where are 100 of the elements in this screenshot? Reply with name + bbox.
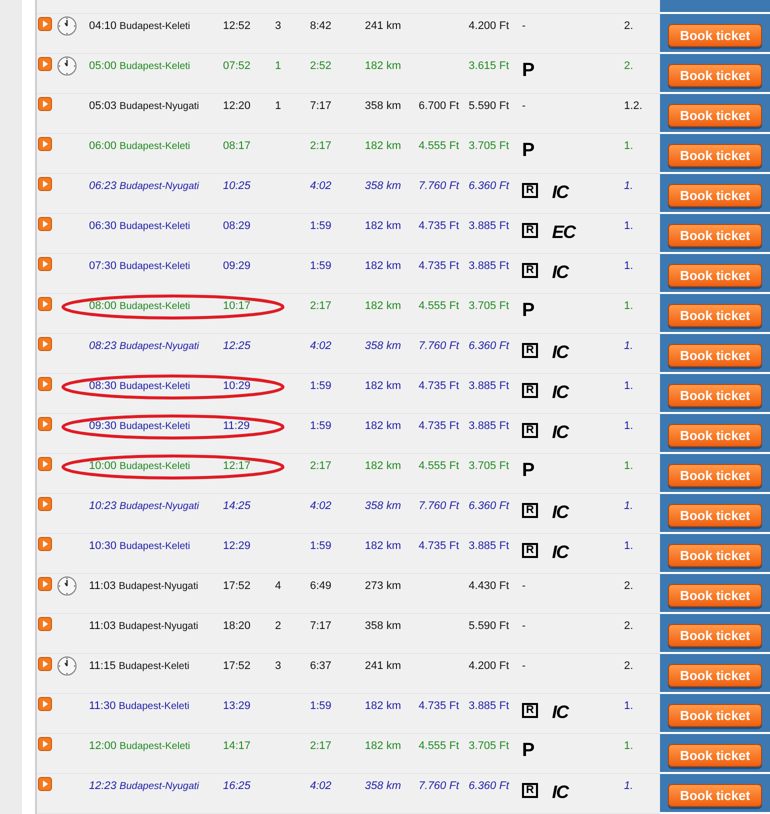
arrival-time: 14:25 — [223, 500, 251, 512]
full-fare: 4.735 Ft — [418, 380, 459, 392]
play-icon[interactable] — [38, 97, 52, 111]
full-fare: 4.555 Ft — [418, 740, 459, 752]
arrival-time: 11:29 — [223, 420, 250, 432]
book-ticket-button[interactable]: Book ticket — [668, 344, 762, 366]
duration: 1:59 — [310, 260, 332, 272]
book-ticket-button[interactable]: Book ticket — [668, 384, 762, 406]
play-icon[interactable] — [38, 217, 52, 231]
arrival-time: 13:29 — [223, 700, 251, 712]
train-class: 2. — [624, 660, 634, 672]
play-icon[interactable] — [38, 257, 52, 271]
book-ticket-button[interactable]: Book ticket — [668, 424, 762, 446]
distance: 182 km — [364, 380, 401, 392]
book-ticket-button[interactable]: Book ticket — [668, 584, 762, 606]
play-icon[interactable] — [38, 737, 52, 751]
duration: 1:59 — [310, 380, 332, 392]
duration: 4:02 — [310, 500, 332, 512]
book-ticket-button[interactable]: Book ticket — [668, 544, 762, 566]
full-fare: 6.700 Ft — [418, 100, 459, 112]
book-ticket-button[interactable]: Book ticket — [668, 264, 762, 286]
book-ticket-button[interactable]: Book ticket — [668, 744, 762, 766]
play-icon[interactable] — [38, 697, 52, 711]
play-icon[interactable] — [38, 297, 52, 311]
play-icon[interactable] — [38, 617, 52, 631]
duration: 2:17 — [310, 740, 332, 752]
parking-symbol: P — [522, 741, 535, 760]
train-class: 1. — [624, 700, 634, 712]
play-icon[interactable] — [38, 497, 52, 511]
book-ticket-button[interactable]: Book ticket — [668, 624, 762, 646]
reservation-symbol: R — [522, 343, 538, 358]
full-fare: 4.555 Ft — [418, 140, 459, 152]
departure-time: 11:30 — [89, 700, 116, 712]
duration: 7:17 — [310, 100, 332, 112]
distance: 241 km — [364, 660, 401, 672]
parking-symbol: P — [522, 301, 535, 320]
book-ticket-button[interactable]: Book ticket — [668, 504, 762, 526]
fare: 3.705 Ft — [468, 140, 509, 152]
arrival-time: 08:17 — [223, 140, 251, 152]
book-ticket-button[interactable]: Book ticket — [668, 304, 762, 326]
departure-time: 10:23 — [89, 500, 117, 512]
play-icon[interactable] — [38, 777, 52, 791]
arrival-time: 12:17 — [223, 460, 251, 472]
distance: 182 km — [364, 540, 401, 552]
parking-symbol: P — [522, 141, 535, 160]
play-icon[interactable] — [38, 377, 52, 391]
changes-count: 3 — [275, 20, 282, 32]
train-class: 1. — [624, 540, 634, 552]
play-icon[interactable] — [38, 537, 52, 551]
play-icon[interactable] — [38, 657, 52, 671]
book-ticket-button[interactable]: Book ticket — [668, 664, 762, 686]
parking-symbol: P — [522, 61, 535, 80]
play-icon[interactable] — [38, 577, 52, 591]
play-icon[interactable] — [38, 177, 52, 191]
play-icon[interactable] — [38, 457, 52, 471]
fare: 5.590 Ft — [468, 100, 509, 112]
arrival-time: 14:17 — [223, 740, 251, 752]
book-ticket-button[interactable]: Book ticket — [668, 464, 762, 486]
book-ticket-button[interactable]: Book ticket — [668, 784, 762, 806]
arrival-time: 12:29 — [223, 540, 251, 552]
play-icon[interactable] — [38, 17, 52, 31]
duration: 1:59 — [310, 220, 332, 232]
train-class: 1. — [624, 300, 634, 312]
distance: 358 km — [364, 620, 401, 632]
full-fare: 4.735 Ft — [418, 700, 459, 712]
play-icon[interactable] — [38, 57, 52, 71]
distance: 358 km — [364, 180, 401, 192]
distance: 182 km — [364, 220, 401, 232]
fare: 6.360 Ft — [468, 340, 509, 352]
play-icon[interactable] — [38, 137, 52, 151]
fare: 6.360 Ft — [468, 780, 509, 792]
train-class: 1. — [624, 140, 634, 152]
book-ticket-button[interactable]: Book ticket — [668, 184, 762, 206]
book-ticket-button[interactable]: Book ticket — [668, 704, 762, 726]
train-class: 2. — [624, 20, 634, 32]
changes-count: 3 — [275, 660, 282, 672]
departure-time: 08:00 — [89, 300, 117, 312]
train-type-symbol: IC — [552, 183, 568, 201]
departure-time: 04:10 — [89, 20, 117, 32]
book-ticket-button[interactable]: Book ticket — [668, 224, 762, 246]
duration: 7:17 — [310, 620, 332, 632]
arrival-time: 09:29 — [223, 260, 251, 272]
departure-time: 06:30 — [89, 220, 117, 232]
fare: 3.885 Ft — [468, 260, 509, 272]
fare: 5.590 Ft — [468, 620, 509, 632]
play-icon[interactable] — [38, 337, 52, 351]
arrival-time: 17:52 — [223, 580, 251, 592]
arrival-time: 10:17 — [223, 300, 251, 312]
book-ticket-button[interactable]: Book ticket — [668, 64, 762, 86]
book-ticket-button[interactable]: Book ticket — [668, 144, 762, 166]
no-service-mark: - — [522, 620, 526, 632]
distance: 182 km — [364, 740, 401, 752]
play-icon[interactable] — [38, 417, 52, 431]
distance: 182 km — [364, 420, 401, 432]
station-name: Budapest-Keleti — [120, 741, 190, 752]
departure-time: 12:00 — [89, 740, 117, 752]
distance: 358 km — [364, 100, 401, 112]
book-ticket-button[interactable]: Book ticket — [668, 104, 762, 126]
book-ticket-button[interactable]: Book ticket — [668, 24, 762, 46]
full-fare: 7.760 Ft — [418, 500, 459, 512]
